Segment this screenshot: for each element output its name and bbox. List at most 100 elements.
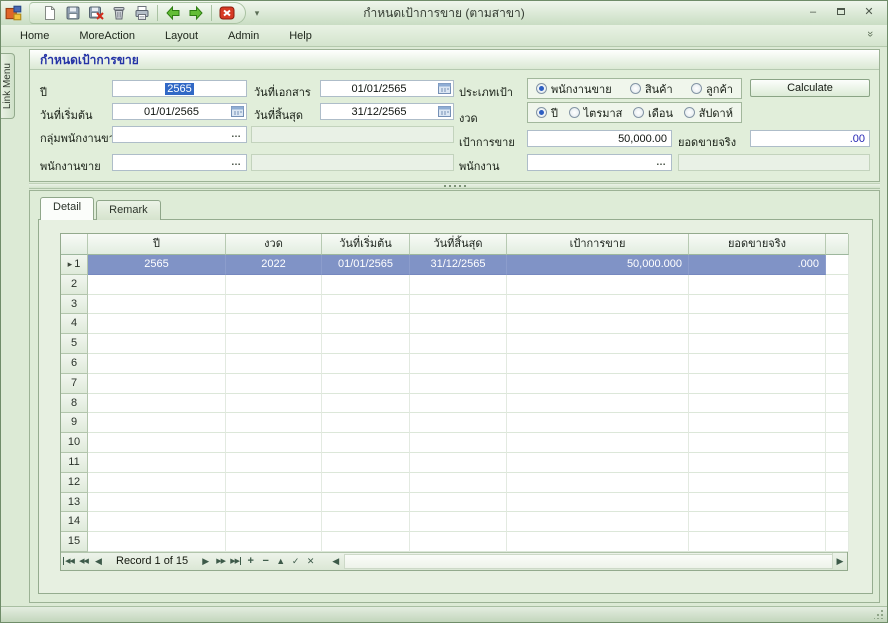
row-indicator[interactable]: 15 [61,532,88,552]
grid-cell[interactable] [226,532,322,552]
grid-cell[interactable] [689,493,826,513]
row-indicator[interactable]: 14 [61,512,88,532]
grid-cell[interactable] [322,413,410,433]
grid-cell[interactable] [507,413,689,433]
radio-option[interactable]: ไตรมาส [569,104,623,122]
grid-cell[interactable] [88,493,226,513]
radio-option[interactable]: พนักงานขาย [536,80,612,98]
row-indicator[interactable]: 8 [61,394,88,414]
grid-cell[interactable] [410,453,507,473]
table-row[interactable]: 12 [61,473,847,493]
grid-cell[interactable] [689,453,826,473]
grid-cell[interactable] [226,275,322,295]
grid-cell[interactable] [322,493,410,513]
table-row[interactable]: 8 [61,394,847,414]
nav-prev-page-button[interactable]: ◀◀ [76,553,91,569]
grid-cell[interactable] [88,374,226,394]
grid-cell[interactable] [689,314,826,334]
row-indicator[interactable]: 7 [61,374,88,394]
table-row[interactable]: 2 [61,275,847,295]
lookup-ellipsis-icon[interactable]: … [656,155,667,170]
menu-overflow-icon[interactable]: » [864,31,876,37]
radio-option[interactable]: สัปดาห์ [684,104,733,122]
table-row[interactable]: 11 [61,453,847,473]
grid-cell[interactable] [226,354,322,374]
grid-cell[interactable] [322,433,410,453]
grid-cell[interactable]: 50,000.000 [507,255,689,275]
row-indicator[interactable]: 11 [61,453,88,473]
grid-cell[interactable] [507,354,689,374]
salesperson-input[interactable]: … [112,154,247,171]
row-indicator[interactable]: 9 [61,413,88,433]
grid-cell[interactable] [226,374,322,394]
grid-cell[interactable] [410,295,507,315]
table-row[interactable]: 15 [61,532,847,552]
radio-option[interactable]: ลูกค้า [691,80,733,98]
grid-cell[interactable] [322,275,410,295]
sales-target-input[interactable]: 50,000.00 [527,130,672,147]
grid-cell[interactable] [507,374,689,394]
hscroll-track[interactable] [344,554,832,569]
nav-post-button[interactable]: ✓ [288,553,303,569]
nav-prev-button[interactable]: ◀ [91,553,106,569]
link-menu-tab[interactable]: Link Menu [1,53,15,119]
grid-cell[interactable] [226,512,322,532]
grid-cell[interactable] [410,354,507,374]
resize-grip-icon[interactable] [874,609,884,619]
grid-cell[interactable] [88,394,226,414]
grid-cell[interactable] [410,532,507,552]
grid-cell[interactable] [689,413,826,433]
grid-cell[interactable] [88,532,226,552]
grid-cell[interactable] [507,493,689,513]
grid-cell[interactable] [410,413,507,433]
employee-input[interactable]: … [527,154,672,171]
radio-option[interactable]: เดือน [633,104,673,122]
grid-cell[interactable] [689,394,826,414]
nav-delete-button[interactable]: − [258,553,273,569]
row-indicator[interactable]: 5 [61,334,88,354]
grid-cell[interactable] [507,512,689,532]
table-row[interactable]: 14 [61,512,847,532]
table-row[interactable]: 7 [61,374,847,394]
nav-next-button[interactable]: ▶ [198,553,213,569]
nav-next-page-button[interactable]: ▶▶ [213,553,228,569]
tab-detail[interactable]: Detail [40,197,94,220]
grid-cell[interactable] [322,453,410,473]
grid-cell[interactable] [322,512,410,532]
nav-edit-button[interactable]: ▲ [273,553,288,569]
grid-cell[interactable] [88,512,226,532]
row-indicator[interactable]: 13 [61,493,88,513]
back-button[interactable] [163,4,183,23]
grid-cell[interactable] [507,295,689,315]
grid-cell[interactable] [226,394,322,414]
grid-cell[interactable] [689,374,826,394]
grid-cell[interactable] [689,334,826,354]
grid-cell[interactable] [226,413,322,433]
grid-cell[interactable] [689,275,826,295]
grid-cell[interactable] [88,453,226,473]
grid-cell[interactable] [507,334,689,354]
table-row[interactable]: 3 [61,295,847,315]
grid-cell[interactable] [226,493,322,513]
grid-cell[interactable] [689,512,826,532]
grid-cell[interactable] [507,433,689,453]
grid-cell[interactable] [410,374,507,394]
menu-item-help[interactable]: Help [280,28,321,44]
grid-cell[interactable]: 2022 [226,255,322,275]
new-button[interactable] [40,4,60,23]
toolbar-overflow-icon[interactable]: ▾ [250,8,264,19]
forward-button[interactable] [186,4,206,23]
print-button[interactable] [132,4,152,23]
grid-cell[interactable] [410,473,507,493]
menu-item-admin[interactable]: Admin [219,28,268,44]
grid-cell[interactable] [226,473,322,493]
grid-cell[interactable] [410,275,507,295]
save-button[interactable] [63,4,83,23]
tab-remark[interactable]: Remark [96,200,161,220]
grid-cell[interactable]: .000 [689,255,826,275]
calendar-icon[interactable] [231,106,244,117]
table-row[interactable]: 10 [61,433,847,453]
row-indicator[interactable]: 10 [61,433,88,453]
row-indicator[interactable]: 4 [61,314,88,334]
grid-cell[interactable] [88,314,226,334]
